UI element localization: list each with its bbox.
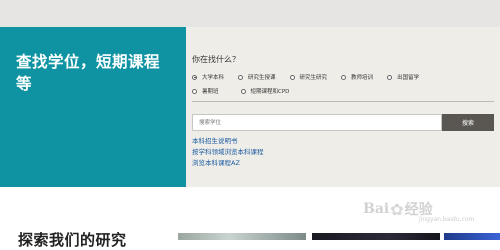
option-undergraduate[interactable]: 大学本科 [192, 73, 224, 81]
top-bar [0, 0, 500, 27]
radio-icon[interactable] [289, 74, 295, 80]
radio-icon[interactable] [240, 88, 246, 94]
question-label: 你在找什么？ [192, 55, 240, 64]
watermark-url: jingyan.baidu.com [419, 216, 475, 223]
divider [192, 101, 494, 102]
watermark-text: Bai [363, 201, 390, 217]
radio-icon[interactable] [192, 88, 197, 94]
search-hero: 查找学位，短期课程等 你在找什么？ 大学本科 研究生授课 研究生研究 教师培训 [0, 27, 500, 187]
option-summer-school[interactable]: 暑期班 [192, 87, 219, 95]
page-title: 查找学位，短期课程等 [16, 53, 161, 93]
link-browse-by-subject[interactable]: 按学科领域浏览本科课程 [192, 146, 264, 156]
link-browse-az[interactable]: 浏览本科课程AZ [192, 157, 240, 167]
radio-icon[interactable] [238, 74, 244, 80]
title-panel: 查找学位，短期课程等 [0, 27, 186, 187]
option-teacher-training[interactable]: 教师培训 [341, 73, 373, 81]
search-button[interactable]: 搜索 [442, 114, 494, 131]
research-image-2[interactable] [312, 233, 440, 240]
research-image-3[interactable] [444, 233, 500, 240]
radio-icon[interactable] [387, 74, 393, 80]
option-short-courses-cpd[interactable]: 短期课程和CPD [240, 87, 289, 95]
search-area: 你在找什么？ 大学本科 研究生授课 研究生研究 教师培训 出国留学 暑期班 短期… [192, 27, 500, 187]
option-study-abroad[interactable]: 出国留学 [387, 73, 419, 81]
search-input[interactable] [192, 114, 442, 131]
radio-icon[interactable] [341, 74, 347, 80]
baidu-watermark: Bai ✿ 经验 jingyan.baidu.com [363, 194, 500, 224]
options-row-1: 大学本科 研究生授课 研究生研究 教师培训 出国留学 [192, 73, 433, 81]
radio-selected-icon[interactable] [192, 74, 197, 80]
options-row-2: 暑期班 短期课程和CPD [192, 87, 303, 95]
option-postgraduate-research[interactable]: 研究生研究 [289, 73, 327, 81]
link-undergraduate-prospectus[interactable]: 本科招生说明书 [192, 135, 238, 145]
paw-icon: ✿ [390, 199, 404, 219]
option-postgraduate-taught[interactable]: 研究生授课 [238, 73, 276, 81]
research-image-1[interactable] [178, 233, 306, 240]
